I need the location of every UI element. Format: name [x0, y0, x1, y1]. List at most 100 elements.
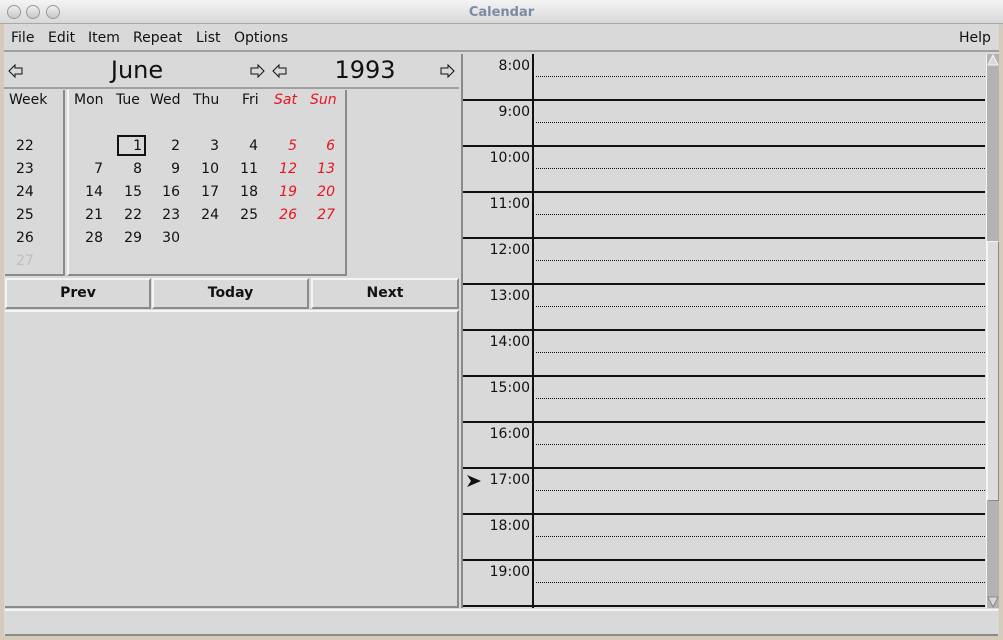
menu-help[interactable]: Help — [959, 30, 991, 46]
hour-divider — [463, 191, 985, 193]
time-label: 18:00 — [489, 518, 530, 534]
title-bar: Calendar — [0, 0, 1003, 24]
hour-divider — [463, 237, 985, 239]
calendar-day[interactable]: 27 — [305, 207, 335, 223]
day-schedule: 8:00 9:00 10:00 11:00 12:00 13:00 14:00 15:00 16… — [461, 54, 999, 608]
scroll-down-arrow-icon[interactable] — [987, 596, 999, 608]
calendar-day[interactable]: 10 — [189, 161, 219, 177]
scrollbar-thumb[interactable] — [987, 240, 999, 501]
next-year-arrow-icon[interactable] — [439, 63, 455, 79]
next-button[interactable]: Next — [311, 278, 459, 309]
hour-divider — [463, 145, 985, 147]
hour-divider — [463, 375, 985, 377]
half-hour-divider — [536, 490, 985, 491]
time-label: 14:00 — [489, 334, 530, 350]
calendar-day[interactable]: 14 — [73, 184, 103, 200]
calendar-day[interactable]: 1 — [112, 138, 142, 154]
time-label: 8:00 — [498, 58, 530, 74]
prev-month-arrow-icon[interactable] — [8, 63, 24, 79]
time-label: 16:00 — [489, 426, 530, 442]
menu-repeat[interactable]: Repeat — [133, 30, 182, 46]
time-label: 15:00 — [489, 380, 530, 396]
calendar-day[interactable]: 5 — [267, 138, 297, 154]
calendar-day[interactable]: 2 — [150, 138, 180, 154]
day-header-sat: Sat — [274, 92, 297, 108]
calendar-day[interactable]: 22 — [112, 207, 142, 223]
time-column-divider — [532, 54, 534, 608]
week-header: Week — [9, 92, 48, 108]
current-time-pointer-icon — [467, 475, 481, 487]
time-label: 9:00 — [498, 104, 530, 120]
calendar-day[interactable]: 9 — [150, 161, 180, 177]
time-label: 19:00 — [489, 564, 530, 580]
calendar-day[interactable]: 29 — [112, 230, 142, 246]
calendar-window: File Edit Item Repeat List Options Help … — [4, 24, 999, 636]
schedule-grid[interactable]: 8:00 9:00 10:00 11:00 12:00 13:00 14:00 15:00 16… — [461, 54, 985, 608]
half-hour-divider — [536, 444, 985, 445]
navigation-buttons: Prev Today Next — [4, 278, 459, 309]
half-hour-divider — [536, 260, 985, 261]
calendar-day[interactable]: 23 — [150, 207, 180, 223]
menu-options[interactable]: Options — [234, 30, 288, 46]
calendar-day[interactable]: 17 — [189, 184, 219, 200]
menu-item[interactable]: Item — [88, 30, 120, 46]
prev-button[interactable]: Prev — [5, 278, 151, 309]
half-hour-divider — [536, 536, 985, 537]
day-header-mon: Mon — [74, 92, 104, 108]
hour-divider — [463, 605, 985, 607]
time-label: 12:00 — [489, 242, 530, 258]
day-header-sun: Sun — [310, 92, 337, 108]
week-number: 23 — [16, 161, 34, 177]
calendar-day[interactable]: 30 — [150, 230, 180, 246]
calendar-day[interactable]: 12 — [267, 161, 297, 177]
calendar-day[interactable]: 16 — [150, 184, 180, 200]
half-hour-divider — [536, 306, 985, 307]
hour-divider — [463, 467, 985, 469]
year-label: 1993 — [334, 56, 396, 84]
hour-divider — [463, 513, 985, 515]
menu-list[interactable]: List — [196, 30, 220, 46]
month-panel: June 1993 Week 22 23 24 25 26 27 Mon Tue… — [4, 54, 459, 608]
month-year-navigator: June 1993 — [4, 54, 459, 89]
half-hour-divider — [536, 168, 985, 169]
calendar-day[interactable]: 20 — [305, 184, 335, 200]
calendar-day[interactable]: 13 — [305, 161, 335, 177]
scroll-up-arrow-icon[interactable] — [987, 54, 999, 66]
week-number-column: Week 22 23 24 25 26 27 — [5, 90, 65, 276]
calendar-day[interactable]: 4 — [228, 138, 258, 154]
status-bar — [5, 609, 998, 636]
day-header-thu: Thu — [193, 92, 220, 108]
month-label: June — [110, 56, 164, 84]
half-hour-divider — [536, 76, 985, 77]
calendar-day[interactable]: 24 — [189, 207, 219, 223]
menu-edit[interactable]: Edit — [48, 30, 75, 46]
time-label: 10:00 — [489, 150, 530, 166]
calendar-day[interactable]: 6 — [305, 138, 335, 154]
item-list-area — [5, 310, 459, 608]
day-header-fri: Fri — [242, 92, 259, 108]
calendar-day[interactable]: 21 — [73, 207, 103, 223]
hour-divider — [463, 329, 985, 331]
calendar-day[interactable]: 7 — [73, 161, 103, 177]
today-button[interactable]: Today — [152, 278, 309, 309]
calendar-day[interactable]: 15 — [112, 184, 142, 200]
menu-file[interactable]: File — [11, 30, 34, 46]
calendar-day[interactable]: 3 — [189, 138, 219, 154]
calendar-day[interactable]: 25 — [228, 207, 258, 223]
prev-year-arrow-icon[interactable] — [272, 63, 288, 79]
week-number: 26 — [16, 230, 34, 246]
schedule-scrollbar[interactable] — [986, 54, 999, 608]
day-header-tue: Tue — [116, 92, 140, 108]
calendar-day[interactable]: 26 — [267, 207, 297, 223]
week-number: 25 — [16, 207, 34, 223]
day-header-wed: Wed — [150, 92, 181, 108]
calendar-day[interactable]: 18 — [228, 184, 258, 200]
calendar-day[interactable]: 28 — [73, 230, 103, 246]
window-title: Calendar — [468, 5, 535, 20]
calendar-day[interactable]: 19 — [267, 184, 297, 200]
calendar-day[interactable]: 8 — [112, 161, 142, 177]
time-label: 11:00 — [489, 196, 530, 212]
hour-divider — [463, 421, 985, 423]
next-month-arrow-icon[interactable] — [249, 63, 265, 79]
calendar-day[interactable]: 11 — [228, 161, 258, 177]
